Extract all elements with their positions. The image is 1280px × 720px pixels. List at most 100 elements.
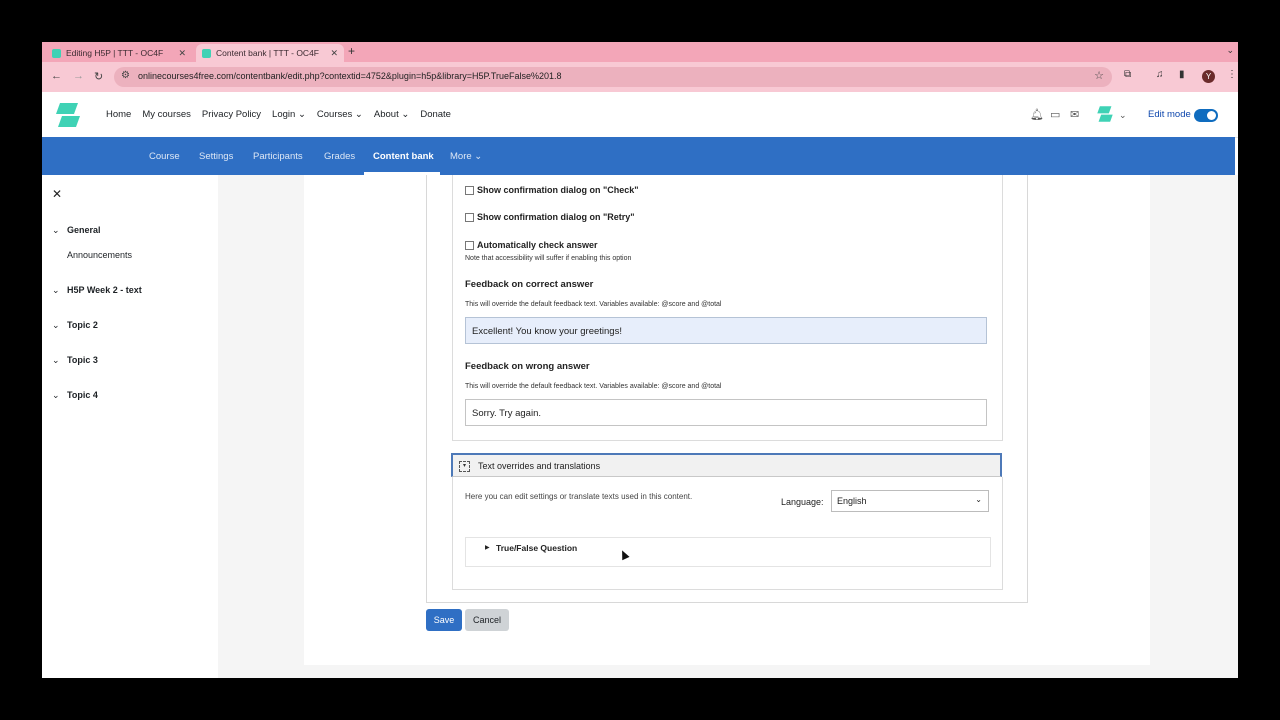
drawer-section-topic-4[interactable]: ⌄ Topic 4 (52, 390, 98, 401)
forward-icon[interactable]: → (73, 70, 84, 82)
save-button[interactable]: Save (426, 609, 462, 631)
messages-icon[interactable]: ▭ (1050, 108, 1060, 121)
nav-privacy-policy[interactable]: Privacy Policy (202, 109, 261, 120)
checkbox-box[interactable] (465, 212, 474, 222)
chevron-down-icon: ⌄ (52, 390, 60, 400)
text-overrides-title: Text overrides and translations (478, 461, 601, 471)
nav-home[interactable]: Home (106, 109, 131, 120)
language-selected-value: English (837, 496, 867, 506)
tab-more-label: More (450, 151, 472, 162)
checkbox-label: Show confirmation dialog on "Retry" (477, 212, 635, 222)
course-secondary-nav: Course Settings Participants Grades Cont… (42, 137, 1235, 175)
language-label: Language: (781, 497, 824, 507)
chevron-down-icon: ⌄ (401, 109, 410, 120)
favicon-icon (202, 48, 211, 58)
checkbox-label: Show confirmation dialog on "Check" (477, 185, 639, 195)
site-info-icon[interactable]: ⚙ (121, 70, 130, 81)
chevron-down-icon: ⌄ (52, 225, 60, 235)
favicon-icon (52, 48, 61, 58)
tab-settings[interactable]: Settings (199, 151, 233, 162)
tab-grades[interactable]: Grades (324, 151, 355, 162)
nav-about-label: About (373, 109, 399, 120)
chevron-down-icon: ⌄ (297, 109, 306, 120)
chevron-down-icon: ⌄ (354, 109, 363, 120)
extensions-icon[interactable]: ⧉ (1124, 69, 1131, 80)
url-text: onlinecourses4free.com/contentbank/edit.… (138, 71, 562, 81)
profile-avatar[interactable]: Y (1202, 70, 1215, 83)
close-tab-icon[interactable]: ✕ (178, 48, 186, 59)
checkbox-confirm-check[interactable]: Show confirmation dialog on "Check" (465, 185, 639, 195)
bookmark-star-icon[interactable]: ☆ (1094, 69, 1104, 82)
tab-more[interactable]: More ⌄ (450, 151, 482, 162)
side-panel-icon[interactable]: ▮ (1179, 69, 1185, 80)
edit-mode-label: Edit mode (1148, 109, 1191, 120)
new-tab-icon[interactable]: + (348, 44, 355, 58)
text-overrides-description: Here you can edit settings or translate … (465, 492, 693, 501)
checkbox-label: Automatically check answer (477, 240, 598, 250)
cancel-button[interactable]: Cancel (465, 609, 509, 631)
tab-participants[interactable]: Participants (253, 151, 303, 162)
true-false-question-label: True/False Question (496, 543, 578, 553)
feedback-correct-description: This will override the default feedback … (465, 301, 722, 308)
edit-mode-toggle[interactable] (1194, 109, 1218, 122)
language-select[interactable]: English ⌄ (831, 490, 989, 512)
close-drawer-icon[interactable]: ✕ (52, 187, 62, 201)
site-navbar: Home My courses Privacy Policy Login ⌄ C… (42, 93, 1238, 138)
chevron-down-icon: ⌄ (975, 495, 982, 504)
close-tab-icon[interactable]: ✕ (330, 48, 338, 59)
drawer-section-topic-3[interactable]: ⌄ Topic 3 (52, 355, 98, 366)
browser-menu-icon[interactable]: ⋮ (1227, 69, 1237, 80)
drawer-section-h5p-week-2[interactable]: ⌄ H5P Week 2 - text (52, 285, 142, 296)
feedback-correct-input[interactable]: Excellent! You know your greetings! (465, 317, 987, 344)
drawer-section-title: H5P Week 2 - text (67, 285, 142, 295)
feedback-wrong-label: Feedback on wrong answer (465, 361, 590, 372)
reload-icon[interactable]: ↻ (94, 70, 103, 83)
chevron-down-icon: ⌄ (52, 320, 60, 330)
text-overrides-header[interactable]: ▾ Text overrides and translations (451, 453, 1002, 477)
checkbox-confirm-retry[interactable]: Show confirmation dialog on "Retry" (465, 212, 635, 222)
nav-donate[interactable]: Donate (420, 109, 451, 120)
chevron-down-icon[interactable]: ⌄ (1119, 110, 1127, 121)
main-menu: Home My courses Privacy Policy Login ⌄ C… (106, 109, 451, 120)
browser-window: Editing H5P | TTT - OC4F ✕ Content bank … (42, 42, 1238, 678)
tab-title: Content bank | TTT - OC4F (216, 48, 319, 58)
chevron-down-icon: ⌄ (52, 355, 60, 365)
site-logo[interactable] (54, 101, 82, 129)
feedback-wrong-input[interactable]: Sorry. Try again. (465, 399, 987, 426)
checkbox-box[interactable] (465, 185, 474, 195)
address-bar-row: ← → ↻ ⚙ onlinecourses4free.com/contentba… (42, 62, 1238, 92)
tab-content-bank[interactable]: Content bank (373, 151, 434, 162)
nav-about[interactable]: About ⌄ (374, 109, 409, 120)
drawer-section-general[interactable]: ⌄ General (52, 225, 101, 236)
notifications-bell-icon[interactable]: 🔔︎ (1030, 108, 1044, 121)
media-icon[interactable]: ♫ (1156, 69, 1164, 80)
tab-strip: Editing H5P | TTT - OC4F ✕ Content bank … (42, 42, 1238, 62)
expand-arrow-icon[interactable]: ▶ (485, 544, 490, 551)
user-menu-avatar[interactable] (1096, 105, 1114, 123)
nav-my-courses[interactable]: My courses (142, 109, 191, 120)
nav-login-label: Login (272, 109, 296, 120)
nav-courses-label: Courses (316, 109, 353, 120)
mail-icon[interactable]: ✉ (1070, 108, 1079, 121)
drawer-section-title: Topic 2 (67, 320, 98, 330)
collapse-toggle-icon[interactable]: ▾ (459, 461, 470, 472)
drawer-section-title: General (67, 225, 101, 235)
true-false-question-group[interactable]: ▶ True/False Question (465, 537, 991, 567)
tab-course[interactable]: Course (149, 151, 180, 162)
browser-tab-content-bank[interactable]: Content bank | TTT - OC4F ✕ (196, 44, 344, 62)
tab-search-icon[interactable]: ⌄ (1226, 45, 1234, 56)
auto-check-note: Note that accessibility will suffer if e… (465, 255, 632, 262)
nav-login[interactable]: Login ⌄ (272, 109, 306, 120)
nav-courses[interactable]: Courses ⌄ (317, 109, 363, 120)
drawer-section-topic-2[interactable]: ⌄ Topic 2 (52, 320, 98, 331)
back-icon[interactable]: ← (51, 70, 62, 82)
checkbox-auto-check[interactable]: Automatically check answer (465, 240, 598, 250)
checkbox-box[interactable] (465, 240, 474, 250)
drawer-section-title: Topic 4 (67, 390, 98, 400)
url-bar[interactable]: ⚙ onlinecourses4free.com/contentbank/edi… (114, 67, 1112, 87)
chevron-down-icon: ⌄ (52, 285, 60, 295)
browser-tab-editing[interactable]: Editing H5P | TTT - OC4F ✕ (46, 44, 192, 62)
chevron-down-icon: ⌄ (474, 151, 483, 162)
drawer-section-title: Topic 3 (67, 355, 98, 365)
drawer-item-announcements[interactable]: Announcements (67, 250, 132, 260)
